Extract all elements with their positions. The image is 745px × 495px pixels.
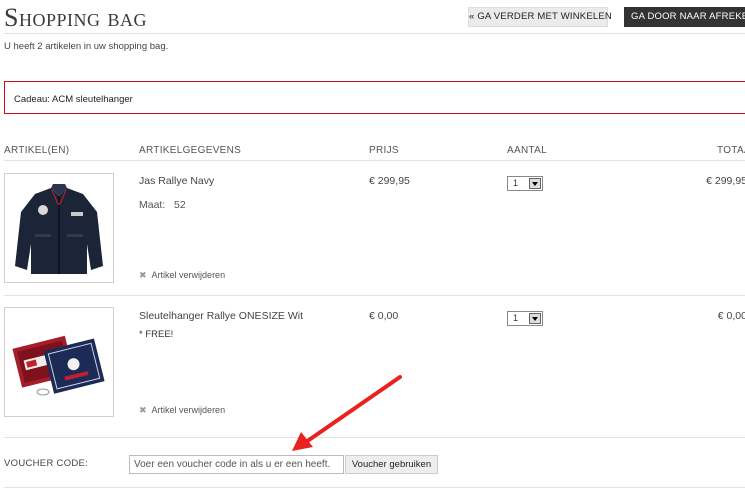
item-name[interactable]: Sleutelhanger Rallye ONESIZE Wit <box>139 310 303 322</box>
remove-item-link[interactable]: ✖ Artikel verwijderen <box>139 405 225 416</box>
checkout-button[interactable]: GA DOOR NAAR AFREKENEN <box>624 7 745 27</box>
header-divider <box>4 33 745 34</box>
item-divider <box>4 437 745 438</box>
quantity-select[interactable]: 1 <box>507 311 543 326</box>
item-total: € 299,95 <box>706 175 745 187</box>
gift-text: Cadeau: ACM sleutelhanger <box>14 94 133 105</box>
voucher-input[interactable] <box>129 455 344 474</box>
item-total: € 0,00 <box>717 310 745 322</box>
item-size-label: Maat: <box>139 199 166 211</box>
column-header-price: PRIJS <box>369 145 399 156</box>
remove-item-link[interactable]: ✖ Artikel verwijderen <box>139 270 225 281</box>
item-divider <box>4 295 745 296</box>
product-image-jacket[interactable] <box>4 173 114 283</box>
bag-summary: U heeft 2 artikelen in uw shopping bag. <box>4 41 169 52</box>
chevron-down-icon[interactable] <box>529 313 541 324</box>
column-header-article: ARTIKEL(EN) <box>4 145 70 156</box>
apply-voucher-button[interactable]: Voucher gebruiken <box>345 455 438 474</box>
column-header-total: TOTAAL <box>717 145 745 156</box>
voucher-label: VOUCHER CODE: <box>4 458 89 469</box>
item-price: € 299,95 <box>369 175 410 187</box>
chevron-down-icon[interactable] <box>529 178 541 189</box>
quantity-value: 1 <box>513 313 519 323</box>
remove-item-label: Artikel verwijderen <box>151 405 226 415</box>
quantity-select[interactable]: 1 <box>507 176 543 191</box>
column-header-quantity: AANTAL <box>507 145 547 156</box>
item-price: € 0,00 <box>369 310 399 322</box>
remove-item-label: Artikel verwijderen <box>151 270 226 280</box>
remove-icon: ✖ <box>139 270 147 280</box>
gift-notice: Cadeau: ACM sleutelhanger <box>4 81 745 114</box>
columns-divider <box>4 160 745 161</box>
column-header-details: ARTIKELGEGEVENS <box>139 145 242 156</box>
item-free-note: * FREE! <box>139 329 174 340</box>
item-size: Maat: 52 <box>139 199 186 211</box>
product-image-keyring[interactable] <box>4 307 114 417</box>
remove-icon: ✖ <box>139 405 147 415</box>
page-title: Shopping bag <box>4 3 147 32</box>
item-name[interactable]: Jas Rallye Navy <box>139 175 214 187</box>
quantity-value: 1 <box>513 178 519 188</box>
item-size-value: 52 <box>174 199 186 211</box>
continue-shopping-button[interactable]: « GA VERDER MET WINKELEN <box>468 7 612 27</box>
voucher-divider <box>4 487 745 488</box>
